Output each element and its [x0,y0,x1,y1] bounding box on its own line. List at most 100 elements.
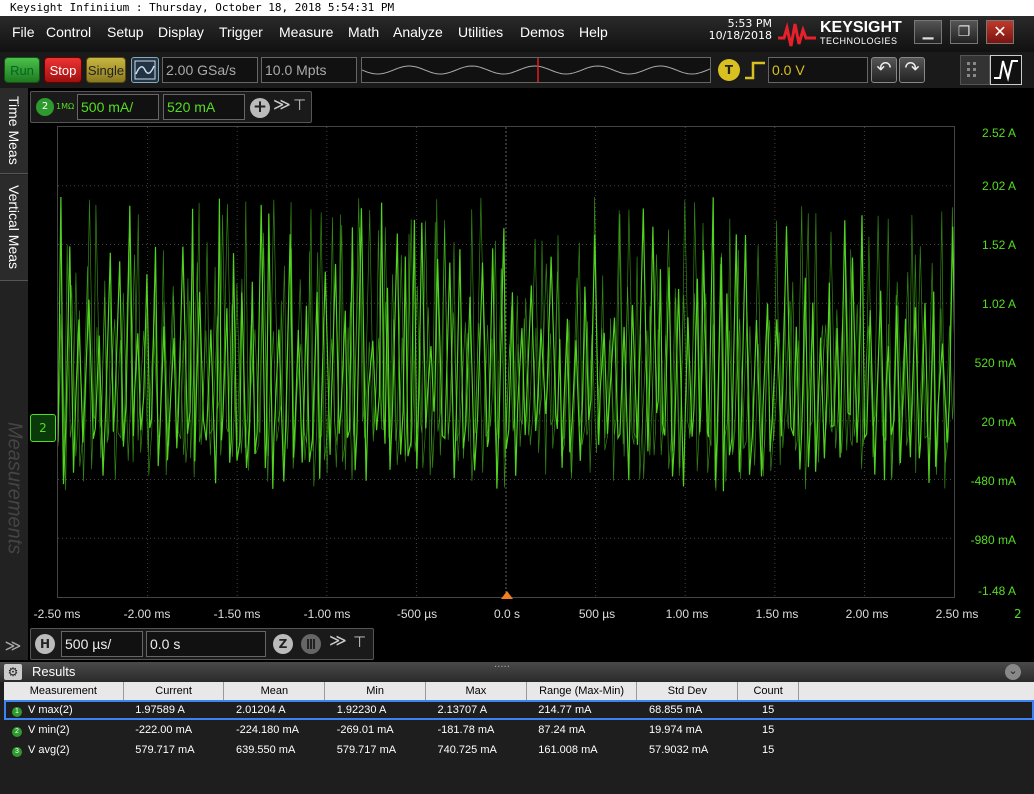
trigger-level-field[interactable]: 0.0 V [768,57,868,83]
menu-analyze[interactable]: Analyze [393,24,443,40]
undo-button[interactable]: ↶ [871,57,897,83]
menu-help[interactable]: Help [579,24,608,40]
trigger-badge[interactable]: T [718,59,740,81]
table-cell: 2.01204 A [235,704,286,716]
table-cell: 57.9032 mA [648,744,709,756]
x-tick-label: 1.00 ms [665,607,709,621]
tab-time-meas[interactable]: Time Meas [0,88,28,174]
zoom-button[interactable]: Z [273,634,293,654]
channel-2-panel: 2 1MΩ 500 mA/ 520 mA + ≫ ⊤ [30,91,312,123]
trigger-position-marker-icon[interactable] [500,590,514,600]
table-cell: 1.92230 A [336,704,387,716]
waveform-grid[interactable] [57,126,960,598]
results-table: Measurement Current Mean Min Max Range (… [4,682,1034,760]
redo-button[interactable]: ↷ [899,57,925,83]
pulse-icon [994,60,1018,82]
y-tick-label: -480 mA [970,474,1016,488]
table-cell: 639.550 mA [235,744,296,756]
menu-setup[interactable]: Setup [107,24,144,40]
channel-2-badge[interactable]: 2 [36,98,54,116]
table-row[interactable]: 2V min(2) -222.00 mA -224.180 mA -269.01… [4,720,1034,740]
column-header[interactable]: Range (Max-Min) [526,682,638,700]
results-resize-handle[interactable]: ····· [494,662,510,673]
y-tick-label: 1.02 A [981,297,1016,311]
close-button[interactable]: ✕ [986,20,1014,44]
toolbar: Run Stop Single 2.00 GSa/s 10.0 Mpts T 0… [0,52,1034,88]
single-button[interactable]: Single [86,57,126,83]
channel-bar: 2 1MΩ 500 mA/ 520 mA + ≫ ⊤ [28,88,1034,126]
table-cell: 740.725 mA [437,744,497,756]
results-header: ⚙ Results ····· ⌄ [0,662,1034,682]
run-button[interactable]: Run [4,57,40,83]
column-header[interactable]: Measurement [4,682,124,700]
minimize-button[interactable]: ▁ [914,20,942,44]
column-header[interactable]: Max [425,682,527,700]
table-row[interactable]: 3V avg(2) 579.717 mA 639.550 mA 579.717 … [4,740,1034,760]
column-header[interactable]: Min [324,682,426,700]
column-header[interactable]: Current [123,682,225,700]
table-cell: 161.008 mA [538,744,598,756]
column-header[interactable]: Mean [223,682,326,700]
maximize-button[interactable]: ❐ [950,20,978,44]
grip-icon [967,62,976,77]
grip-handle[interactable] [960,55,990,85]
table-row[interactable]: 1V max(2) 1.97589 A 2.01204 A 1.92230 A … [4,700,1034,720]
menu-utilities[interactable]: Utilities [458,24,503,40]
menu-display[interactable]: Display [158,24,204,40]
y-tick-label: -980 mA [970,533,1016,547]
x-tick-label: -1.00 ms [303,607,351,621]
y-tick-label: 520 mA [974,356,1016,370]
channel-offset-field[interactable]: 520 mA [163,94,245,120]
pulse-menu-button[interactable] [990,55,1022,85]
rising-edge-icon[interactable] [743,60,767,80]
horizontal-badge[interactable]: H [35,634,55,654]
horizontal-position-field[interactable]: 0.0 s [146,631,266,657]
horizontal-pin-button[interactable]: ⊤ [353,633,366,651]
table-cell: -269.01 mA [336,724,394,736]
channel-more-button[interactable]: ≫ [273,95,291,115]
gear-icon[interactable]: ⚙ [4,664,22,680]
channel-2-ground-marker[interactable]: 2 [30,414,56,442]
memory-depth-field[interactable]: 10.0 Mpts [261,57,357,83]
autoscale-button[interactable] [131,57,159,83]
x-tick-label: 500 µs [578,607,616,621]
add-channel-button[interactable]: + [250,98,270,118]
channel-pin-button[interactable]: ⊤ [293,96,306,114]
menu-math[interactable]: Math [348,24,379,40]
logo: KEYSIGHT TECHNOLOGIES [820,19,902,46]
menu-measure[interactable]: Measure [279,24,333,40]
stop-button[interactable]: Stop [44,57,82,83]
menu-control[interactable]: Control [46,24,91,40]
x-tick-label: -2.00 ms [123,607,171,621]
menu-demos[interactable]: Demos [520,24,564,40]
x-tick-label: 1.50 ms [755,607,799,621]
measurement-cell: 2V min(2) [4,720,123,740]
y-tick-label: 2.02 A [981,179,1016,193]
table-cell: 19.974 mA [648,724,703,736]
sample-rate-field[interactable]: 2.00 GSa/s [162,57,258,83]
horizontal-more-button[interactable]: ≫ [329,631,347,651]
waveform-overview[interactable] [361,57,711,83]
horizontal-options-button[interactable] [301,634,321,654]
results-panel: ⚙ Results ····· ⌄ Measurement Current Me… [0,662,1034,794]
x-axis-channel-marker: 2 [1014,607,1022,621]
logo-name: KEYSIGHT [820,19,902,36]
menu-file[interactable]: File [12,24,35,40]
menu-trigger[interactable]: Trigger [219,24,263,40]
table-cell: 579.717 mA [135,744,195,756]
measurement-cell: 1V max(2) [4,700,123,720]
x-tick-label: -2.50 ms [33,607,81,621]
side-tabs: Time Meas Vertical Meas Measurements [0,88,28,660]
column-header[interactable]: Count [737,682,800,700]
channel-scale-field[interactable]: 500 mA/ [77,94,159,120]
window-title: Keysight Infiniium : Thursday, October 1… [0,0,1034,16]
logo-sub: TECHNOLOGIES [820,36,898,46]
tab-vertical-meas[interactable]: Vertical Meas [0,175,28,281]
column-header[interactable]: Std Dev [636,682,739,700]
table-cell: 68.855 mA [648,704,703,716]
expand-panel-button[interactable]: ≫ [2,636,24,658]
x-tick-label: -1.50 ms [213,607,261,621]
horizontal-scale-field[interactable]: 500 µs/ [61,631,143,657]
table-cell: 2.13707 A [437,704,488,716]
collapse-results-button[interactable]: ⌄ [1005,664,1021,680]
